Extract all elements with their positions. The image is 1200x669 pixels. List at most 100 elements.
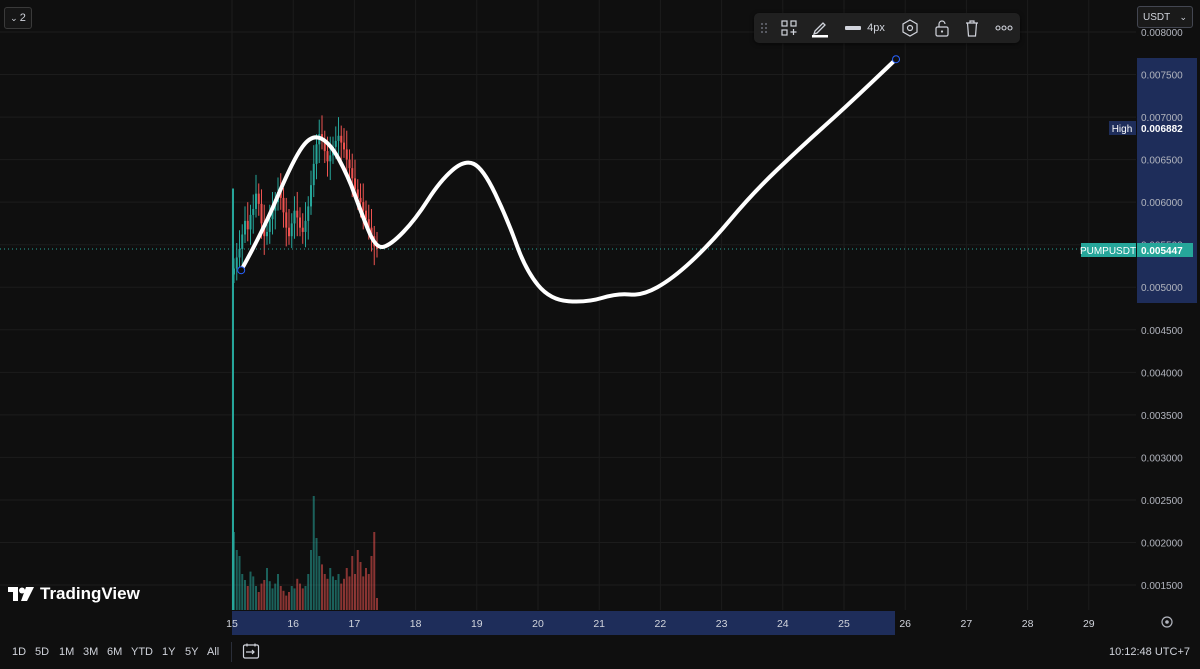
candle-body bbox=[334, 140, 337, 147]
volume-bar bbox=[332, 576, 334, 610]
price-tick-label: 0.004000 bbox=[1141, 368, 1183, 379]
candle-body bbox=[252, 208, 255, 215]
candle-body bbox=[348, 159, 351, 169]
volume-bar bbox=[304, 586, 307, 610]
volume-bar bbox=[277, 574, 279, 610]
candle-body bbox=[255, 193, 257, 209]
volume-bar bbox=[321, 564, 323, 610]
go-to-date-icon[interactable] bbox=[242, 642, 260, 665]
time-tick-label: 29 bbox=[1083, 618, 1095, 630]
candle-body bbox=[359, 197, 362, 203]
candle-body bbox=[268, 219, 271, 232]
high-label: High bbox=[1112, 124, 1133, 135]
volume-bar bbox=[348, 576, 351, 610]
price-tick-label: 0.003000 bbox=[1141, 453, 1183, 464]
volume-bar bbox=[340, 583, 343, 610]
range-button-1d[interactable]: 1D bbox=[12, 646, 26, 658]
time-tick-label: 22 bbox=[655, 618, 667, 630]
volume-bar bbox=[246, 586, 249, 610]
price-axis-highlight bbox=[1137, 58, 1197, 303]
trash-icon[interactable] bbox=[960, 13, 984, 43]
candle-body bbox=[285, 212, 288, 228]
tradingview-logo-icon bbox=[8, 587, 34, 601]
volume-bar bbox=[359, 562, 362, 610]
candle-body bbox=[288, 227, 290, 237]
add-template-icon[interactable] bbox=[778, 13, 800, 43]
interval-badge: 2 bbox=[19, 12, 26, 24]
range-button-5d[interactable]: 5D bbox=[35, 646, 49, 658]
candle-body bbox=[290, 223, 293, 237]
volume-bar bbox=[343, 578, 345, 610]
interval-toggle-button[interactable]: ⌄ 2 bbox=[4, 7, 32, 29]
time-tick-label: 24 bbox=[777, 618, 789, 630]
currency-value: USDT bbox=[1143, 11, 1171, 23]
chart-canvas[interactable]: 0.0080000.0075000.0070000.0065000.006000… bbox=[0, 0, 1200, 669]
range-button-5y[interactable]: 5Y bbox=[185, 646, 198, 658]
time-tick-label: 21 bbox=[593, 618, 605, 630]
volume-bar bbox=[329, 568, 332, 610]
price-tick-label: 0.004500 bbox=[1141, 326, 1183, 337]
candle-body bbox=[296, 210, 299, 218]
volume-bar bbox=[362, 576, 365, 610]
time-tick-label: 20 bbox=[532, 618, 544, 630]
drawing-start-handle[interactable] bbox=[237, 266, 246, 275]
pencil-color-icon[interactable] bbox=[808, 13, 832, 43]
volume-bar bbox=[288, 592, 290, 610]
price-tick-label: 0.006500 bbox=[1141, 156, 1183, 167]
unlock-icon[interactable] bbox=[930, 13, 954, 43]
range-button-6m[interactable]: 6M bbox=[107, 646, 122, 658]
volume-bar bbox=[255, 586, 257, 610]
bottom-toolbar: 1D 5D 1M 3M 6M YTD 1Y 5Y All 10:12:48 UT… bbox=[0, 636, 1200, 669]
candle-body bbox=[266, 231, 268, 237]
line-width-label: 4px bbox=[867, 22, 885, 34]
volume-bar bbox=[326, 578, 329, 610]
volume-bar bbox=[279, 586, 282, 610]
volume-bar bbox=[301, 588, 304, 610]
volume-bar bbox=[365, 568, 367, 610]
currency-select[interactable]: USDT ⌄ bbox=[1137, 6, 1193, 28]
time-tick-label: 18 bbox=[410, 618, 422, 630]
volume-bar bbox=[235, 550, 238, 610]
drawing-end-handle[interactable] bbox=[892, 55, 901, 64]
candle-body bbox=[260, 203, 263, 224]
volume-bar bbox=[266, 568, 268, 610]
symbol-label: PUMPUSDT bbox=[1080, 246, 1136, 257]
candle-body bbox=[304, 220, 307, 232]
volume-bar bbox=[268, 581, 271, 610]
price-tick-label: 0.001500 bbox=[1141, 581, 1183, 592]
high-value: 0.006882 bbox=[1141, 124, 1183, 135]
candle-body bbox=[246, 220, 249, 230]
last-price-value: 0.005447 bbox=[1141, 246, 1183, 257]
volume-bar bbox=[285, 595, 288, 610]
time-tick-label: 23 bbox=[716, 618, 728, 630]
range-button-all[interactable]: All bbox=[207, 646, 219, 658]
settings-hexagon-icon[interactable] bbox=[898, 13, 922, 43]
range-button-ytd[interactable]: YTD bbox=[131, 646, 153, 658]
volume-bar bbox=[249, 571, 252, 610]
time-tick-label: 28 bbox=[1022, 618, 1034, 630]
volume-bar bbox=[307, 574, 310, 610]
volume-bar bbox=[323, 574, 326, 610]
volume-bar bbox=[263, 580, 266, 610]
drag-handle-icon[interactable] bbox=[758, 13, 770, 43]
price-tick-label: 0.002000 bbox=[1141, 538, 1183, 549]
chevron-down-icon: ⌄ bbox=[10, 12, 18, 23]
range-button-3m[interactable]: 3M bbox=[83, 646, 98, 658]
more-icon[interactable] bbox=[992, 13, 1016, 43]
volume-bar bbox=[244, 580, 246, 610]
candle-body bbox=[337, 135, 340, 141]
time-tick-label: 16 bbox=[287, 618, 299, 630]
candle-body bbox=[326, 151, 329, 162]
line-width-button[interactable]: 4px bbox=[842, 13, 888, 43]
drawing-toolbar: 4px bbox=[754, 13, 1020, 43]
candle-body bbox=[244, 220, 246, 235]
range-button-1m[interactable]: 1M bbox=[59, 646, 74, 658]
chevron-down-icon: ⌄ bbox=[1179, 11, 1187, 22]
volume-bar bbox=[260, 583, 263, 610]
price-tick-label: 0.006000 bbox=[1141, 198, 1183, 209]
time-tick-label: 25 bbox=[838, 618, 850, 630]
volume-bar bbox=[312, 496, 315, 610]
time-axis-highlight bbox=[232, 611, 895, 635]
volume-bar bbox=[257, 592, 260, 610]
range-button-1y[interactable]: 1Y bbox=[162, 646, 175, 658]
